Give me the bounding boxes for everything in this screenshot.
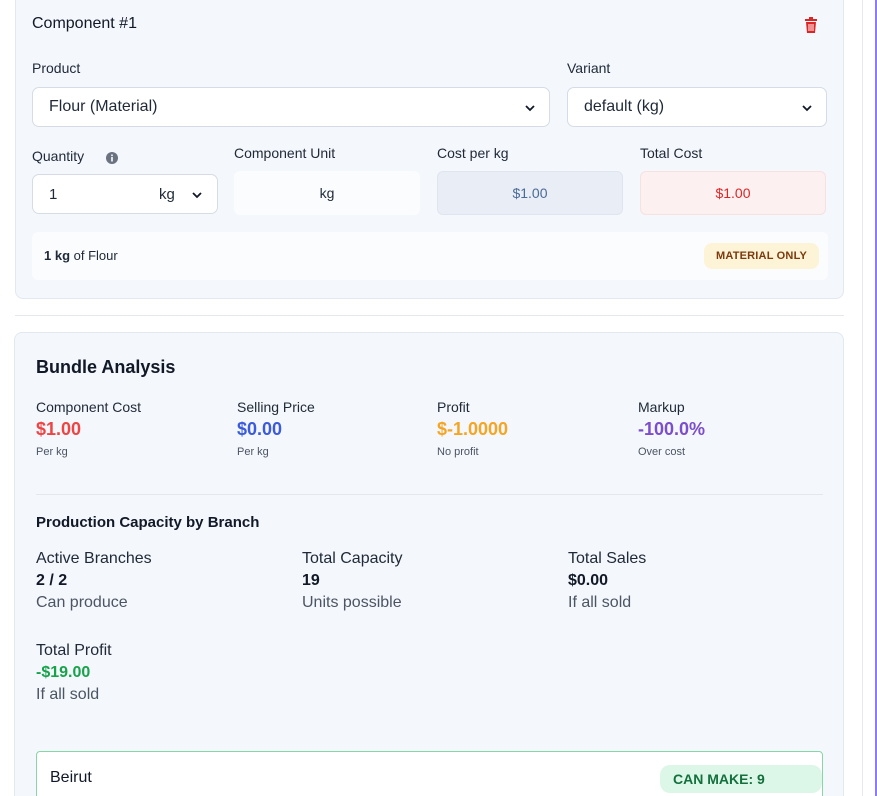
capacity-value: 2 / 2: [36, 572, 68, 589]
variant-value: default (kg): [584, 98, 665, 115]
cost-per-label: Cost per kg: [437, 145, 509, 161]
component-unit-label: Component Unit: [234, 145, 336, 161]
product-select[interactable]: Flour (Material): [32, 87, 550, 127]
metric-selling-price: Selling Price $0.00 Per kg: [237, 399, 315, 458]
cost-per-field: $1.00: [437, 171, 623, 215]
capacity-value: -$19.00: [36, 664, 91, 681]
variant-select[interactable]: default (kg): [567, 87, 827, 127]
quantity-label: Quantity: [32, 148, 85, 164]
capacity-active-branches: Active Branches 2 / 2 Can produce: [36, 550, 152, 612]
can-make-badge: CAN MAKE: 9 UNITS: [660, 765, 822, 793]
capacity-total-capacity: Total Capacity 19 Units possible: [302, 550, 403, 612]
metric-label: Selling Price: [237, 399, 315, 415]
capacity-sub: If all sold: [36, 686, 100, 703]
material-only-badge: MATERIAL ONLY: [704, 243, 820, 269]
summary-amount: 1 kg: [44, 248, 71, 263]
capacity-label: Active Branches: [36, 550, 152, 567]
product-label: Product: [32, 60, 81, 76]
section-divider: [15, 315, 844, 316]
metric-profit: Profit $-1.0000 No profit: [437, 399, 508, 458]
bundle-analysis-card: Bundle Analysis Component Cost $1.00 Per…: [14, 332, 844, 796]
info-icon[interactable]: [106, 152, 118, 164]
trash-icon[interactable]: [804, 17, 818, 33]
chevron-down-icon: [525, 105, 535, 112]
quantity-value: 1: [49, 186, 58, 203]
metric-value: -100.0%: [638, 419, 706, 439]
metric-sub: Over cost: [638, 446, 686, 458]
total-cost-field: $1.00: [640, 171, 826, 215]
capacity-sub: Can produce: [36, 594, 128, 611]
metric-component-cost: Component Cost $1.00 Per kg: [36, 399, 141, 458]
metric-sub: Per kg: [237, 446, 269, 458]
summary-product: of Flour: [70, 248, 118, 263]
chevron-down-icon: [802, 105, 812, 112]
chevron-down-icon[interactable]: [191, 189, 203, 201]
product-value: Flour (Material): [49, 98, 158, 115]
capacity-total-profit: Total Profit -$19.00 If all sold: [36, 642, 112, 704]
capacity-value: $0.00: [568, 572, 609, 589]
metric-markup: Markup -100.0% Over cost: [638, 399, 705, 458]
component-summary: 1 kg of Flour MATERIAL ONLY: [32, 232, 828, 280]
capacity-sub: Units possible: [302, 594, 402, 611]
metric-value: $-1.0000: [437, 419, 509, 439]
metric-sub: Per kg: [36, 446, 68, 458]
bundle-title: Bundle Analysis: [36, 357, 176, 377]
component-card: Component #1 Product Flour (Material) Va…: [15, 0, 844, 299]
branch-row-beirut[interactable]: Beirut CAN MAKE: 9 UNITS: [36, 751, 823, 796]
capacity-label: Total Capacity: [302, 550, 403, 567]
component-unit-field: kg: [234, 171, 420, 215]
total-cost-label: Total Cost: [640, 145, 703, 161]
metric-label: Markup: [638, 399, 685, 415]
branch-name: Beirut: [50, 769, 92, 786]
summary-text: 1 kg of Flour: [44, 248, 118, 263]
capacity-sub: If all sold: [568, 594, 632, 611]
quantity-unit-select[interactable]: kg: [159, 186, 175, 203]
metric-value: $1.00: [36, 419, 82, 439]
variant-label: Variant: [567, 60, 611, 76]
metric-sub: No profit: [437, 446, 479, 458]
quantity-input[interactable]: 1 kg: [32, 174, 218, 214]
component-title: Component #1: [32, 15, 137, 32]
metric-label: Component Cost: [36, 399, 142, 415]
bundle-divider: [36, 494, 823, 495]
capacity-total-sales: Total Sales $0.00 If all sold: [568, 550, 646, 612]
capacity-value: 19: [302, 572, 320, 589]
capacity-title: Production Capacity by Branch: [36, 514, 260, 531]
capacity-label: Total Profit: [36, 642, 112, 659]
metric-value: $0.00: [237, 419, 283, 439]
metric-label: Profit: [437, 399, 470, 415]
capacity-label: Total Sales: [568, 550, 647, 567]
